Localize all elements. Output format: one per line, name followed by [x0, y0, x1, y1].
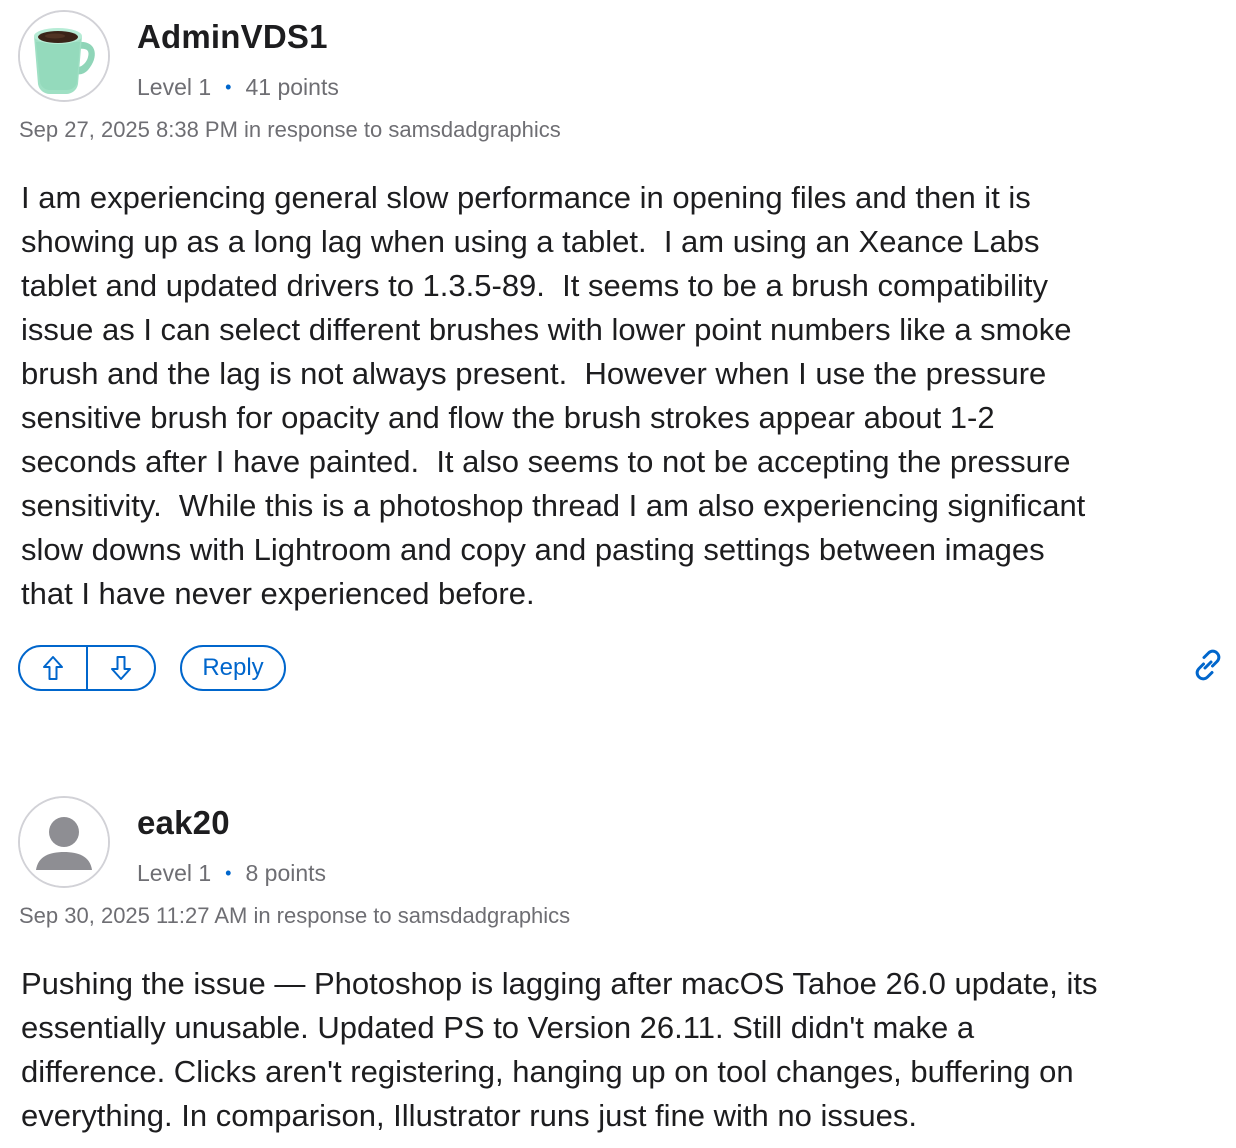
user-meta: Level 1 • 8 points: [137, 860, 326, 887]
user-level: Level 1: [137, 860, 212, 886]
copy-link-button[interactable]: [1188, 645, 1228, 685]
arrow-down-icon: [111, 656, 131, 680]
meta-separator: •: [225, 863, 232, 883]
avatar[interactable]: [18, 10, 110, 102]
arrow-up-icon: [43, 656, 63, 680]
meta-separator: •: [225, 77, 232, 97]
downvote-button[interactable]: [88, 647, 154, 689]
reply-button[interactable]: Reply: [180, 645, 286, 691]
user-level: Level 1: [137, 74, 212, 100]
user-points: 8 points: [245, 860, 327, 886]
post-actions: Reply: [18, 645, 1228, 691]
username[interactable]: eak20: [137, 804, 230, 842]
default-user-icon: [20, 798, 108, 886]
post-timestamp: Sep 27, 2025 8:38 PM in response to sams…: [19, 117, 561, 142]
user-meta: Level 1 • 41 points: [137, 74, 339, 101]
post-body: Pushing the issue — Photoshop is lagging…: [21, 966, 1098, 1133]
username[interactable]: AdminVDS1: [137, 18, 328, 56]
user-points: 41 points: [245, 74, 339, 100]
coffee-mug-icon: [20, 12, 108, 100]
vote-group: [18, 645, 156, 691]
post-timestamp: Sep 30, 2025 11:27 AM in response to sam…: [19, 903, 571, 928]
link-icon: [1195, 649, 1221, 681]
avatar[interactable]: [18, 796, 110, 888]
post-body: I am experiencing general slow performan…: [21, 180, 1086, 611]
upvote-button[interactable]: [20, 647, 88, 689]
